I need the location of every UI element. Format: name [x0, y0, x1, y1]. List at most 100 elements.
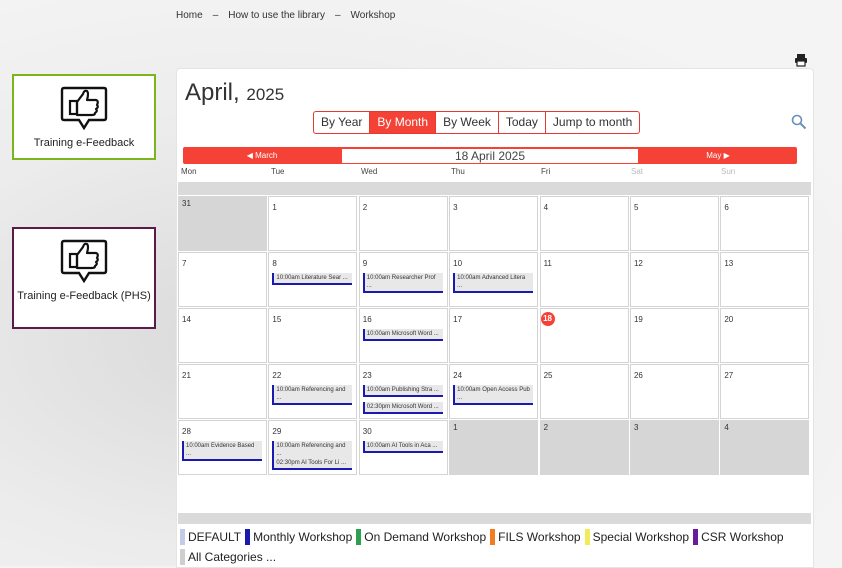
day-cell[interactable]: 28 10:00am Evidence Based ... — [178, 420, 267, 475]
view-by-week-button[interactable]: By Week — [435, 112, 498, 133]
caret-left-icon: ◀ — [246, 151, 253, 160]
feedback-label: Training e-Feedback (PHS) — [17, 290, 151, 302]
day-cell[interactable]: 13 — [720, 252, 810, 307]
legend-label: DEFAULT — [188, 530, 242, 544]
day-number: 11 — [543, 259, 552, 268]
view-by-year-button[interactable]: By Year — [314, 112, 369, 133]
day-cell[interactable]: 4 — [539, 196, 629, 251]
calendar-event[interactable]: 10:00am Literature Sear ... — [272, 273, 353, 285]
legend-item[interactable]: Monthly Workshop — [245, 529, 352, 545]
day-cell[interactable]: 27 — [720, 364, 810, 419]
day-number: 30 — [362, 427, 372, 436]
category-swatch — [180, 549, 185, 565]
view-today-button[interactable]: Today — [497, 112, 545, 133]
weekday-label: Mon — [181, 167, 197, 176]
legend-item[interactable]: DEFAULT — [180, 529, 241, 545]
day-cell[interactable]: 29 10:00am Referencing and ... 02:30pm AI … — [268, 420, 358, 475]
day-cell[interactable]: 14 — [178, 308, 267, 363]
day-cell[interactable]: 25 — [539, 364, 629, 419]
day-cell[interactable]: 12 — [629, 252, 719, 307]
day-cell[interactable]: 31 — [178, 196, 267, 251]
weekday-label: Sun — [721, 167, 736, 176]
calendar-event[interactable]: 02:30pm AI Tools For Li ... — [272, 458, 353, 470]
day-cell[interactable]: 4 — [720, 420, 810, 475]
jump-to-month-button[interactable]: Jump to month — [544, 112, 639, 133]
calendar-panel: April, 2025 By Year By Month By Week Tod… — [176, 68, 814, 568]
day-cell[interactable]: 8 10:00am Literature Sear ... — [268, 252, 358, 307]
day-cell[interactable]: 30 10:00am AI Tools in Aca ... — [358, 420, 448, 475]
day-number: 19 — [633, 315, 643, 324]
day-cell[interactable]: 15 — [268, 308, 358, 363]
weekday-label: Tue — [271, 167, 285, 176]
legend-label: CSR Workshop — [701, 530, 784, 544]
training-feedback-link[interactable]: Training e-Feedback — [12, 74, 156, 160]
day-cell[interactable]: 2 — [358, 196, 448, 251]
calendar-event[interactable]: 10:00am Open Access Pub ... — [453, 385, 534, 405]
day-cell[interactable]: 17 — [449, 308, 539, 363]
today-marker: 18 — [540, 312, 555, 326]
day-number: 28 — [182, 427, 191, 436]
breadcrumb-separator: – — [212, 10, 219, 21]
legend-item[interactable]: Special Workshop — [584, 529, 689, 545]
thumbs-up-icon — [14, 237, 154, 285]
calendar-event[interactable]: 10:00am Researcher Prof ... — [362, 273, 443, 293]
legend-label: Monthly Workshop — [253, 530, 353, 544]
day-number: 15 — [272, 315, 282, 324]
day-number: 2 — [362, 203, 368, 212]
legend-item[interactable]: FILS Workshop — [490, 529, 581, 545]
day-cell[interactable]: 3 — [629, 420, 719, 475]
calendar-event[interactable]: 02:30pm Microsoft Word ... — [362, 402, 443, 414]
day-number: 22 — [272, 371, 282, 380]
day-cell[interactable]: 5 — [629, 196, 719, 251]
day-number: 26 — [633, 371, 643, 380]
caret-right-icon: ▶ — [723, 151, 730, 160]
print-icon[interactable] — [794, 53, 808, 67]
weekday-label: Thu — [451, 167, 465, 176]
day-cell[interactable]: 24 10:00am Open Access Pub ... — [449, 364, 539, 419]
day-cell[interactable]: 26 — [629, 364, 719, 419]
legend-row: DEFAULT Monthly Workshop On Demand Worksho… — [180, 527, 810, 547]
day-cell[interactable]: 3 — [449, 196, 539, 251]
day-cell[interactable]: 7 — [178, 252, 267, 307]
next-month-button[interactable]: May ▶ — [639, 147, 797, 164]
calendar-event[interactable]: 10:00am Advanced Litera ... — [453, 273, 534, 293]
prev-month-button[interactable]: ◀ March — [183, 147, 341, 164]
day-cell[interactable]: 16 10:00am Microsoft Word ... — [358, 308, 448, 363]
calendar-event[interactable]: 10:00am Microsoft Word ... — [362, 329, 443, 341]
legend-all-categories[interactable]: All Categories ... — [180, 549, 276, 565]
day-cell[interactable]: 10 10:00am Advanced Litera ... — [449, 252, 539, 307]
day-cell[interactable]: 2 — [539, 420, 629, 475]
training-feedback-phs-link[interactable]: Training e-Feedback (PHS) — [12, 227, 156, 329]
legend-label: On Demand Workshop — [364, 530, 487, 544]
day-number: 27 — [724, 371, 734, 380]
breadcrumb-how-to-use[interactable]: How to use the library — [228, 10, 325, 21]
day-cell[interactable]: 1 — [449, 420, 539, 475]
calendar-event[interactable]: 10:00am AI Tools in Aca ... — [362, 441, 443, 453]
calendar-event[interactable]: 10:00am Evidence Based ... — [182, 441, 262, 461]
search-icon[interactable] — [791, 114, 807, 130]
day-number: 31 — [182, 199, 191, 208]
day-cell[interactable]: 9 10:00am Researcher Prof ... — [358, 252, 448, 307]
day-cell[interactable]: 20 — [720, 308, 810, 363]
day-cell[interactable]: 19 — [629, 308, 719, 363]
breadcrumb-home[interactable]: Home — [176, 10, 203, 21]
day-cell[interactable]: 6 — [720, 196, 810, 251]
day-cell[interactable]: 18 — [539, 308, 629, 363]
legend-item[interactable]: CSR Workshop — [693, 529, 784, 545]
day-cell[interactable]: 23 10:00am Publishing Stra ... 02:30pm Mic… — [358, 364, 448, 419]
legend-label: All Categories ... — [188, 550, 277, 564]
day-cell[interactable]: 1 — [268, 196, 358, 251]
day-cell[interactable]: 22 10:00am Referencing and ... — [268, 364, 358, 419]
calendar-event[interactable]: 10:00am Referencing and ... — [272, 385, 353, 405]
day-cell[interactable]: 11 — [539, 252, 629, 307]
month-title: April, 2025 — [185, 79, 284, 107]
calendar-event[interactable]: 10:00am Publishing Stra ... — [362, 385, 443, 397]
year: 2025 — [246, 85, 285, 104]
weekday-label: Fri — [541, 167, 551, 176]
day-cell[interactable]: 21 — [178, 364, 267, 419]
category-swatch — [245, 529, 251, 545]
category-swatch — [356, 529, 362, 545]
legend-item[interactable]: On Demand Workshop — [356, 529, 486, 545]
weekday-header: Mon Tue Wed Thu Fri Sat Sun — [180, 167, 810, 181]
view-by-month-button[interactable]: By Month — [369, 112, 436, 133]
